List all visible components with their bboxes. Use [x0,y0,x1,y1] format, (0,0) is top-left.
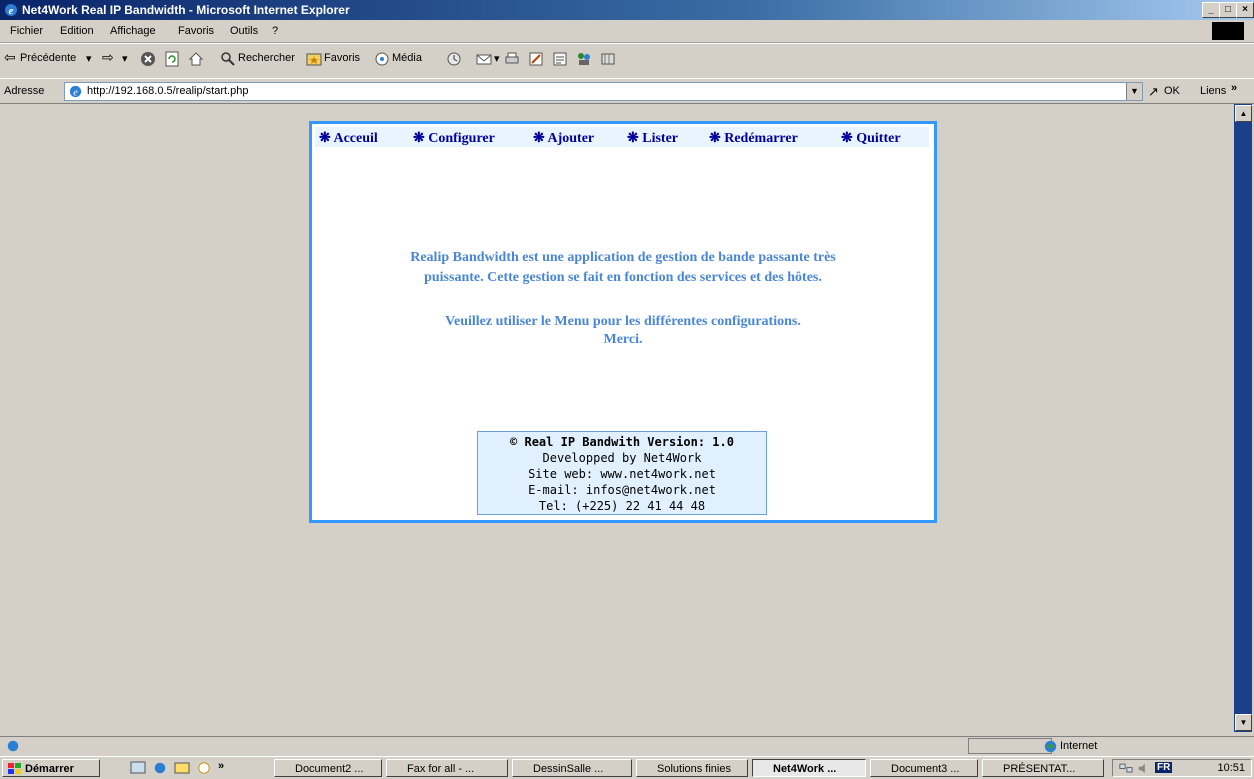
window-title: Net4Work Real IP Bandwidth - Microsoft I… [22,3,350,17]
menu-help[interactable]: ? [272,25,278,37]
maximize-button[interactable]: □ [1219,2,1237,18]
footer-email: E-mail: infos@net4work.net [528,483,716,497]
research-icon[interactable] [600,51,616,67]
task-net4work[interactable]: Net4Work ... [752,759,866,777]
nav-acceuil[interactable]: ❋ Acceuil [319,130,378,147]
language-indicator[interactable]: FR [1155,762,1173,773]
task-document3[interactable]: Document3 ... [870,759,978,777]
stop-icon[interactable] [140,51,156,67]
back-button[interactable]: Précédente [20,52,76,64]
media-button[interactable]: Média [392,52,422,64]
search-icon[interactable] [220,51,236,67]
close-button[interactable]: × [1236,2,1254,18]
nav-configurer[interactable]: ❋ Configurer [413,130,495,147]
links-button[interactable]: Liens [1200,85,1226,97]
globe-icon [1044,740,1057,753]
menu-edition[interactable]: Edition [60,25,94,37]
quicklaunch-outlook-icon[interactable] [174,761,190,775]
thanks-line: Merci. [603,332,643,347]
print-icon[interactable] [504,51,520,67]
forward-dropdown-icon[interactable]: ▾ [122,52,128,65]
address-input[interactable]: e http://192.168.0.5/realip/start.php ▼ [64,82,1143,101]
status-panels [968,738,1052,754]
svg-text:e: e [73,87,78,98]
edit-icon[interactable] [528,51,544,67]
menu-affichage[interactable]: Affichage [110,25,156,37]
page-nav: ❋ Acceuil ❋ Configurer ❋ Ajouter ❋ Liste… [315,127,929,147]
quicklaunch-clock-icon[interactable] [196,761,212,775]
go-button[interactable]: OK [1164,85,1180,97]
footer-developer: Developped by Net4Work [542,451,702,465]
footer-phone: Tel: (+225) 22 41 44 48 [538,499,706,513]
minimize-button[interactable]: _ [1202,2,1220,18]
vertical-scrollbar[interactable]: ▲ ▼ [1234,104,1252,732]
windows-flag-icon [8,763,21,774]
scroll-up-icon[interactable]: ▲ [1235,105,1252,122]
address-bar: Adresse e http://192.168.0.5/realip/star… [0,78,1254,104]
menu-fichier[interactable]: Fichier [10,25,43,37]
mail-icon[interactable] [476,51,492,67]
menu-bar: Fichier Edition Affichage Favoris Outils… [0,20,1254,43]
task-solutions[interactable]: Solutions finies [636,759,748,777]
start-label: Démarrer [25,763,74,775]
page-ie-icon: e [69,85,82,98]
volume-icon[interactable] [1137,762,1151,775]
refresh-icon[interactable] [164,51,180,67]
taskbar: Démarrer » Document2 ... Fax for all - .… [0,756,1254,779]
svg-text:e: e [9,5,14,17]
nav-quitter[interactable]: ❋ Quitter [841,130,901,147]
clock: 10:51 [1217,762,1245,774]
task-dessinsalle[interactable]: DessinSalle ... [512,759,632,777]
messenger-icon[interactable] [576,51,592,67]
address-url: http://192.168.0.5/realip/start.php [87,85,249,97]
forward-icon[interactable]: ⇨ [102,49,114,66]
footer-website: Site web: www.net4work.net [528,467,716,481]
nav-redemarrer[interactable]: ❋ Redémarrer [709,130,798,147]
task-document2[interactable]: Document2 ... [274,759,382,777]
home-icon[interactable] [188,51,204,67]
task-fax[interactable]: Fax for all - ... [386,759,508,777]
scroll-down-icon[interactable]: ▼ [1235,714,1252,731]
system-tray: FR 10:51 [1112,759,1252,777]
windows-logo [1212,22,1244,40]
search-button[interactable]: Rechercher [238,52,295,64]
quicklaunch-more-icon[interactable]: » [218,760,224,772]
footer-version: © Real IP Bandwith Version: 1.0 [510,435,734,449]
description-line-1: Realip Bandwidth est une application de … [410,250,836,265]
task-presentation[interactable]: PRÉSENTAT... [982,759,1104,777]
show-desktop-icon[interactable] [130,761,146,775]
links-chevron-icon[interactable]: » [1231,82,1237,94]
title-bar: e Net4Work Real IP Bandwidth - Microsoft… [0,0,1254,20]
footer-box: © Real IP Bandwith Version: 1.0 Developp… [477,431,767,515]
favorites-icon[interactable] [306,51,322,67]
nav-lister[interactable]: ❋ Lister [627,130,678,147]
menu-outils[interactable]: Outils [230,25,258,37]
status-bar: Internet [0,736,1254,757]
network-icon[interactable] [1119,762,1133,775]
quicklaunch-ie-icon[interactable] [152,761,168,775]
media-icon[interactable] [374,51,390,67]
address-dropdown-icon[interactable]: ▼ [1126,83,1142,100]
status-ie-icon [7,740,19,752]
history-icon[interactable] [446,51,462,67]
security-zone: Internet [1060,740,1098,752]
favorites-button[interactable]: Favoris [324,52,360,64]
menu-favoris[interactable]: Favoris [178,25,214,37]
back-arrow-icon: ⇦ [4,49,16,65]
ie-icon: e [5,4,17,17]
start-button[interactable]: Démarrer [2,759,100,777]
back-dropdown-icon[interactable]: ▾ [86,52,92,65]
discuss-icon[interactable] [552,51,568,67]
go-arrow-icon[interactable]: ↗ [1148,84,1159,100]
nav-ajouter[interactable]: ❋ Ajouter [533,130,594,147]
mail-dropdown-icon[interactable]: ▾ [494,52,500,65]
main-panel: ❋ Acceuil ❋ Configurer ❋ Ajouter ❋ Liste… [309,121,937,523]
instruction-line: Veuillez utiliser le Menu pour les diffé… [445,314,801,329]
address-label: Adresse [4,85,45,97]
description-line-2: puissante. Cette gestion se fait en fonc… [424,270,822,285]
standard-toolbar: ⇦ Précédente ▾ ⇨ ▾ Rechercher Favoris Mé… [0,43,1254,79]
